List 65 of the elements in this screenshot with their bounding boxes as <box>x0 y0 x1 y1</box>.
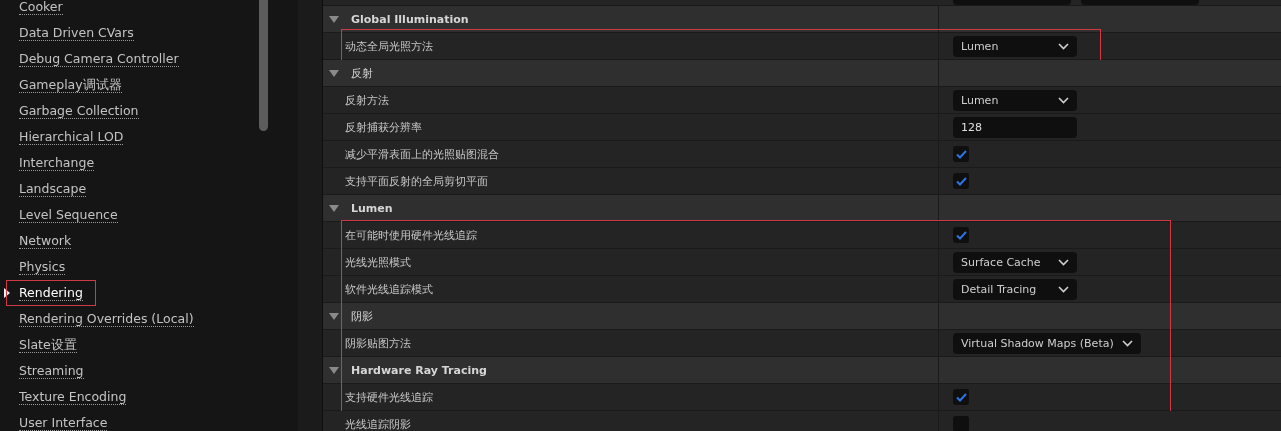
property-label: 光线光照模式 <box>345 254 411 270</box>
property-label: 支持平面反射的全局剪切平面 <box>345 173 488 189</box>
value-dropdown[interactable]: Virtual Shadow Maps (Beta) <box>953 332 1141 354</box>
collapse-triangle-icon[interactable] <box>329 366 339 374</box>
chevron-down-icon <box>1058 258 1069 266</box>
collapse-triangle-icon[interactable] <box>329 204 339 212</box>
chevron-down-icon <box>1058 96 1069 104</box>
checkbox[interactable] <box>953 389 969 405</box>
number-field[interactable]: 128 <box>953 116 1077 138</box>
chevron-down-icon <box>1058 285 1069 293</box>
value-dropdown[interactable]: Detail Tracing <box>953 278 1077 300</box>
sidebar-item[interactable]: Physics <box>19 259 66 275</box>
property-label: 阴影贴图方法 <box>345 335 411 351</box>
category-header[interactable]: Hardware Ray Tracing <box>323 357 1281 383</box>
value-dropdown[interactable]: Lumen <box>953 89 1077 111</box>
property-label: 在可能时使用硬件光线追踪 <box>345 227 477 243</box>
property-label: 反射方法 <box>345 92 389 108</box>
sidebar-item[interactable]: Interchange <box>19 155 95 171</box>
sidebar-item[interactable]: Gameplay调试器 <box>19 77 122 93</box>
checkmark-icon <box>955 149 967 159</box>
sidebar-item[interactable]: Network <box>19 233 72 249</box>
category-header[interactable]: Lumen <box>323 195 1281 221</box>
category-title: Hardware Ray Tracing <box>351 363 487 377</box>
sidebar-item[interactable]: Texture Encoding <box>19 389 127 405</box>
chevron-down-icon <box>1058 42 1069 50</box>
checkmark-icon <box>955 392 967 402</box>
sidebar-item[interactable]: Garbage Collection <box>19 103 139 119</box>
sidebar-item[interactable]: Landscape <box>19 181 87 197</box>
property-label: 动态全局光照方法 <box>345 38 433 54</box>
sidebar-item[interactable]: Rendering <box>19 285 83 301</box>
value-dropdown[interactable]: Lumen <box>953 35 1077 57</box>
checkmark-icon <box>955 230 967 240</box>
checkbox[interactable] <box>953 146 969 162</box>
category-header[interactable]: 反射 <box>323 60 1281 86</box>
sidebar-item[interactable]: Debug Camera Controller <box>19 51 179 67</box>
input-field[interactable] <box>953 0 1071 5</box>
sidebar-item[interactable]: Streaming <box>19 363 84 379</box>
category-header[interactable]: 阴影 <box>323 303 1281 329</box>
collapse-triangle-icon[interactable] <box>329 69 339 77</box>
checkbox[interactable] <box>953 173 969 189</box>
property-label: 光线追踪阴影 <box>345 416 411 431</box>
checkbox[interactable] <box>953 227 969 243</box>
chevron-down-icon <box>1121 339 1133 347</box>
input-field[interactable] <box>1081 0 1199 5</box>
category-title: 阴影 <box>351 308 373 324</box>
sidebar-item[interactable]: Level Sequence <box>19 207 118 223</box>
sidebar-item[interactable]: Slate设置 <box>19 337 77 353</box>
property-label: 软件光线追踪模式 <box>345 281 433 297</box>
sidebar-item[interactable]: User Interface <box>19 415 108 431</box>
sidebar-item[interactable]: Data Driven CVars <box>19 25 134 41</box>
sidebar-item[interactable]: Rendering Overrides (Local) <box>19 311 194 327</box>
category-title: 反射 <box>351 65 373 81</box>
property-label: 减少平滑表面上的光照贴图混合 <box>345 146 499 162</box>
category-title: Global Illumination <box>351 12 469 26</box>
category-title: Lumen <box>351 201 393 215</box>
category-header[interactable]: Global Illumination <box>323 6 1281 32</box>
value-dropdown[interactable]: Surface Cache <box>953 251 1077 273</box>
property-label: 支持硬件光线追踪 <box>345 389 433 405</box>
sidebar-item[interactable]: Cooker <box>19 0 63 15</box>
checkmark-icon <box>955 176 967 186</box>
collapse-triangle-icon[interactable] <box>329 312 339 320</box>
scrollbar-thumb[interactable] <box>259 0 268 131</box>
collapse-triangle-icon[interactable] <box>329 15 339 23</box>
property-label: 反射捕获分辨率 <box>345 119 422 135</box>
sidebar-item[interactable]: Hierarchical LOD <box>19 129 124 145</box>
